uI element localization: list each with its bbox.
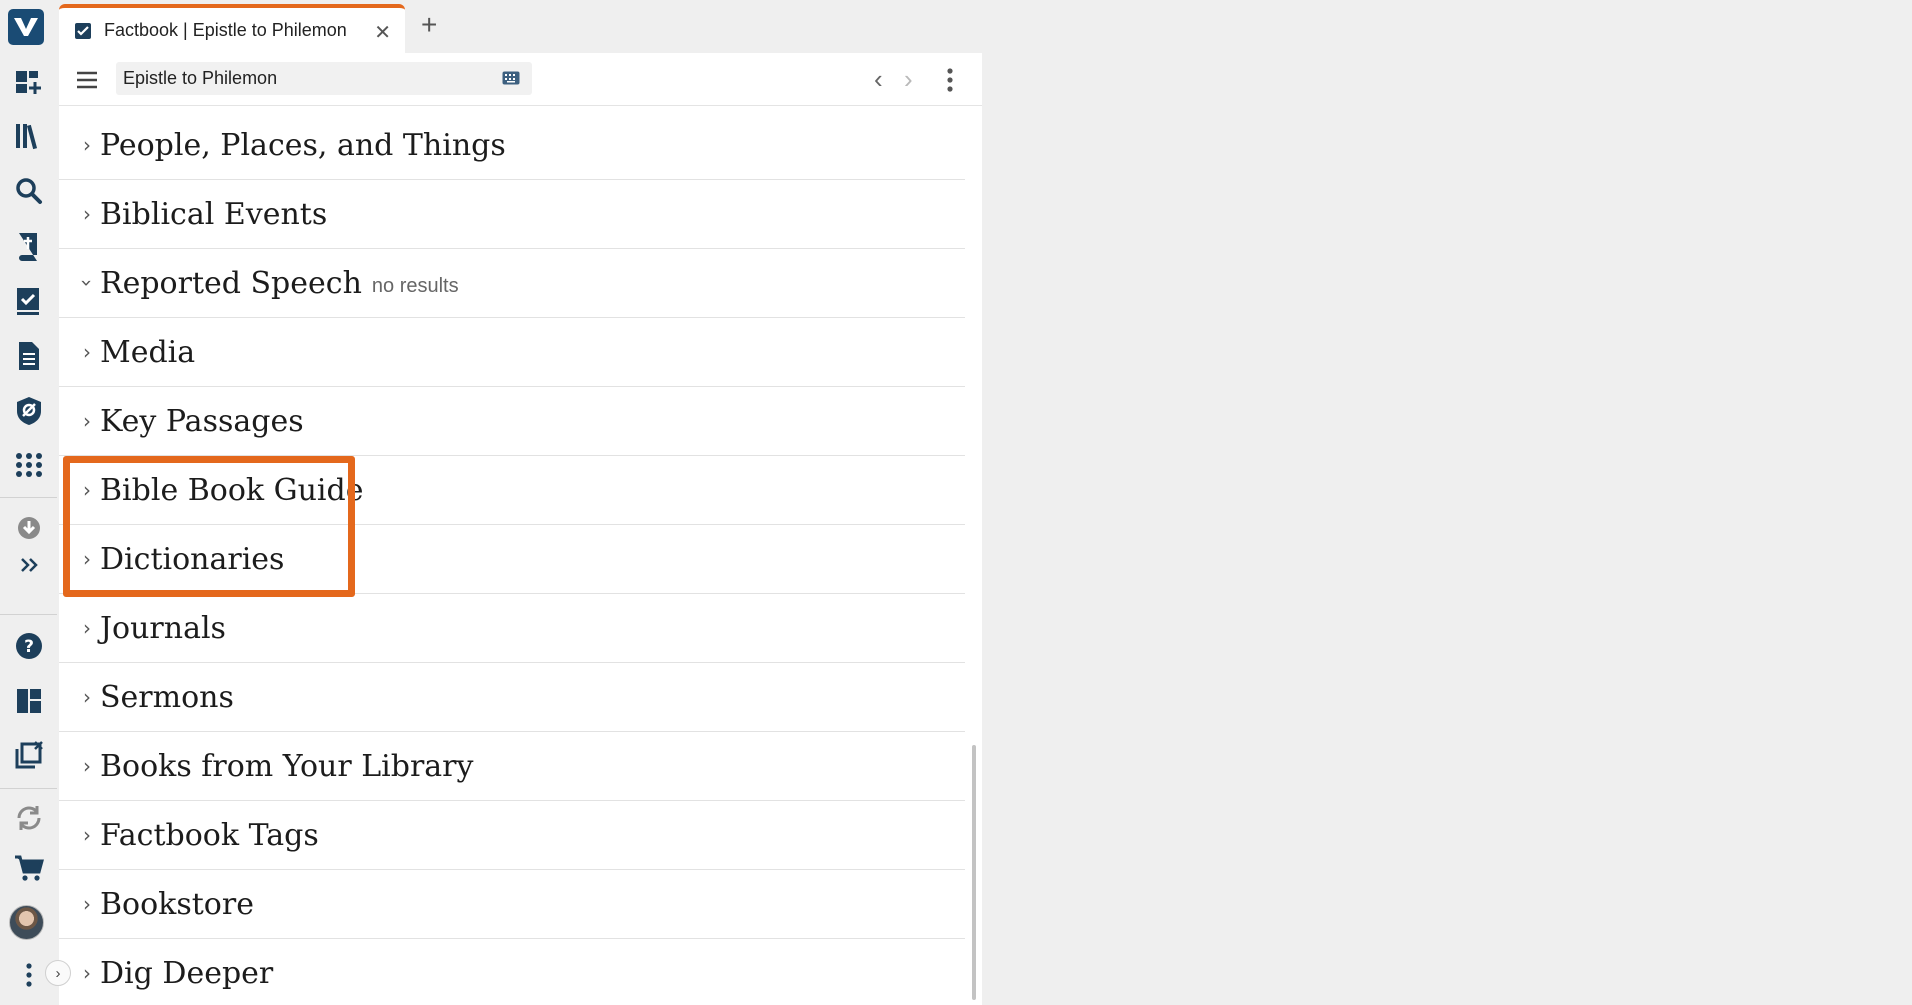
section-title: Bookstore [100,886,254,922]
library-icon[interactable] [0,113,57,159]
section-title: Bible Book Guide [100,472,364,508]
chevron-down-icon: › [75,279,99,287]
no-results-label: no results [371,274,459,297]
close-icon[interactable]: ✕ [374,20,391,45]
reference-box[interactable] [116,62,532,95]
section-bookstore[interactable]: › Bookstore [59,870,965,939]
keyboard-icon[interactable] [502,71,520,85]
section-people-places-things[interactable]: › People, Places, and Things [59,111,965,180]
chevron-right-icon: › [83,616,91,640]
back-button[interactable]: ‹ [874,66,883,92]
expand-more-icon[interactable] [0,542,57,588]
chevron-right-icon: › [83,340,91,364]
chevron-right-icon: › [83,202,91,226]
guides-icon[interactable] [0,388,57,434]
section-bible-book-guide[interactable]: › Bible Book Guide [59,456,965,525]
section-reported-speech[interactable]: › Reported Speech no results [59,249,965,318]
svg-text:?: ? [24,637,34,657]
logos-logo[interactable] [8,9,44,45]
avatar[interactable] [9,905,44,940]
help-icon[interactable]: ? [0,623,57,669]
section-title: Key Passages [100,403,304,439]
more-vertical-icon[interactable] [946,66,954,94]
apps-grid-icon[interactable] [0,442,57,488]
factbook-icon[interactable] [0,278,57,324]
chevron-right-icon: › [83,892,91,916]
section-books-from-library[interactable]: › Books from Your Library [59,732,965,801]
section-title: Dig Deeper [100,955,274,991]
document-icon[interactable] [0,333,57,379]
chevron-right-icon: › [83,547,91,571]
section-title: Dictionaries [100,541,285,577]
chevron-right-icon: › [83,133,91,157]
panel-toolbar: ‹ › [59,53,982,106]
section-media[interactable]: › Media [59,318,965,387]
factbook-sections: › People, Places, and Things › Biblical … [59,111,965,1005]
chevron-right-icon: › [83,823,91,847]
section-key-passages[interactable]: › Key Passages [59,387,965,456]
section-title: Journals [100,610,226,646]
factbook-panel: ‹ › › People, Places, and Things › Bibli… [59,53,982,1005]
chevron-right-icon: › [83,685,91,709]
section-biblical-events[interactable]: › Biblical Events [59,180,965,249]
section-title: People, Places, and Things [100,127,506,163]
dashboard-add-icon[interactable] [0,59,57,105]
factbook-icon [75,22,91,39]
tab-factbook[interactable]: Factbook | Epistle to Philemon ✕ [59,4,405,53]
close-panels-icon[interactable] [0,732,57,778]
sidebar: ? › [0,0,71,1005]
logo-icon [14,18,38,36]
sidebar-expand-toggle[interactable]: › [45,960,71,986]
section-title: Biblical Events [100,196,328,232]
section-dictionaries[interactable]: › Dictionaries [59,525,965,594]
chevron-right-icon: › [83,478,91,502]
section-title: Media [100,334,196,370]
chevron-right-icon: › [83,754,91,778]
section-journals[interactable]: › Journals [59,594,965,663]
chevron-right-icon: › [83,409,91,433]
cart-icon[interactable] [0,845,57,891]
search-icon[interactable] [0,168,57,214]
layouts-icon[interactable] [0,678,57,724]
bible-icon[interactable] [0,223,57,269]
section-title: Books from Your Library [100,748,474,784]
scrollbar[interactable] [972,745,976,1000]
sync-icon[interactable] [0,795,57,841]
section-sermons[interactable]: › Sermons [59,663,965,732]
new-tab-button[interactable]: + [421,11,437,39]
section-title: Sermons [100,679,234,715]
section-title: Factbook Tags [100,817,319,853]
section-title: Reported Speech [100,265,362,301]
chevron-right-icon: › [83,961,91,985]
section-factbook-tags[interactable]: › Factbook Tags [59,801,965,870]
reference-input[interactable] [123,68,483,89]
forward-button[interactable]: › [904,66,913,92]
hamburger-menu-icon[interactable] [74,67,100,93]
tab-title: Factbook | Epistle to Philemon [104,20,347,40]
section-dig-deeper[interactable]: › Dig Deeper [59,939,965,1005]
